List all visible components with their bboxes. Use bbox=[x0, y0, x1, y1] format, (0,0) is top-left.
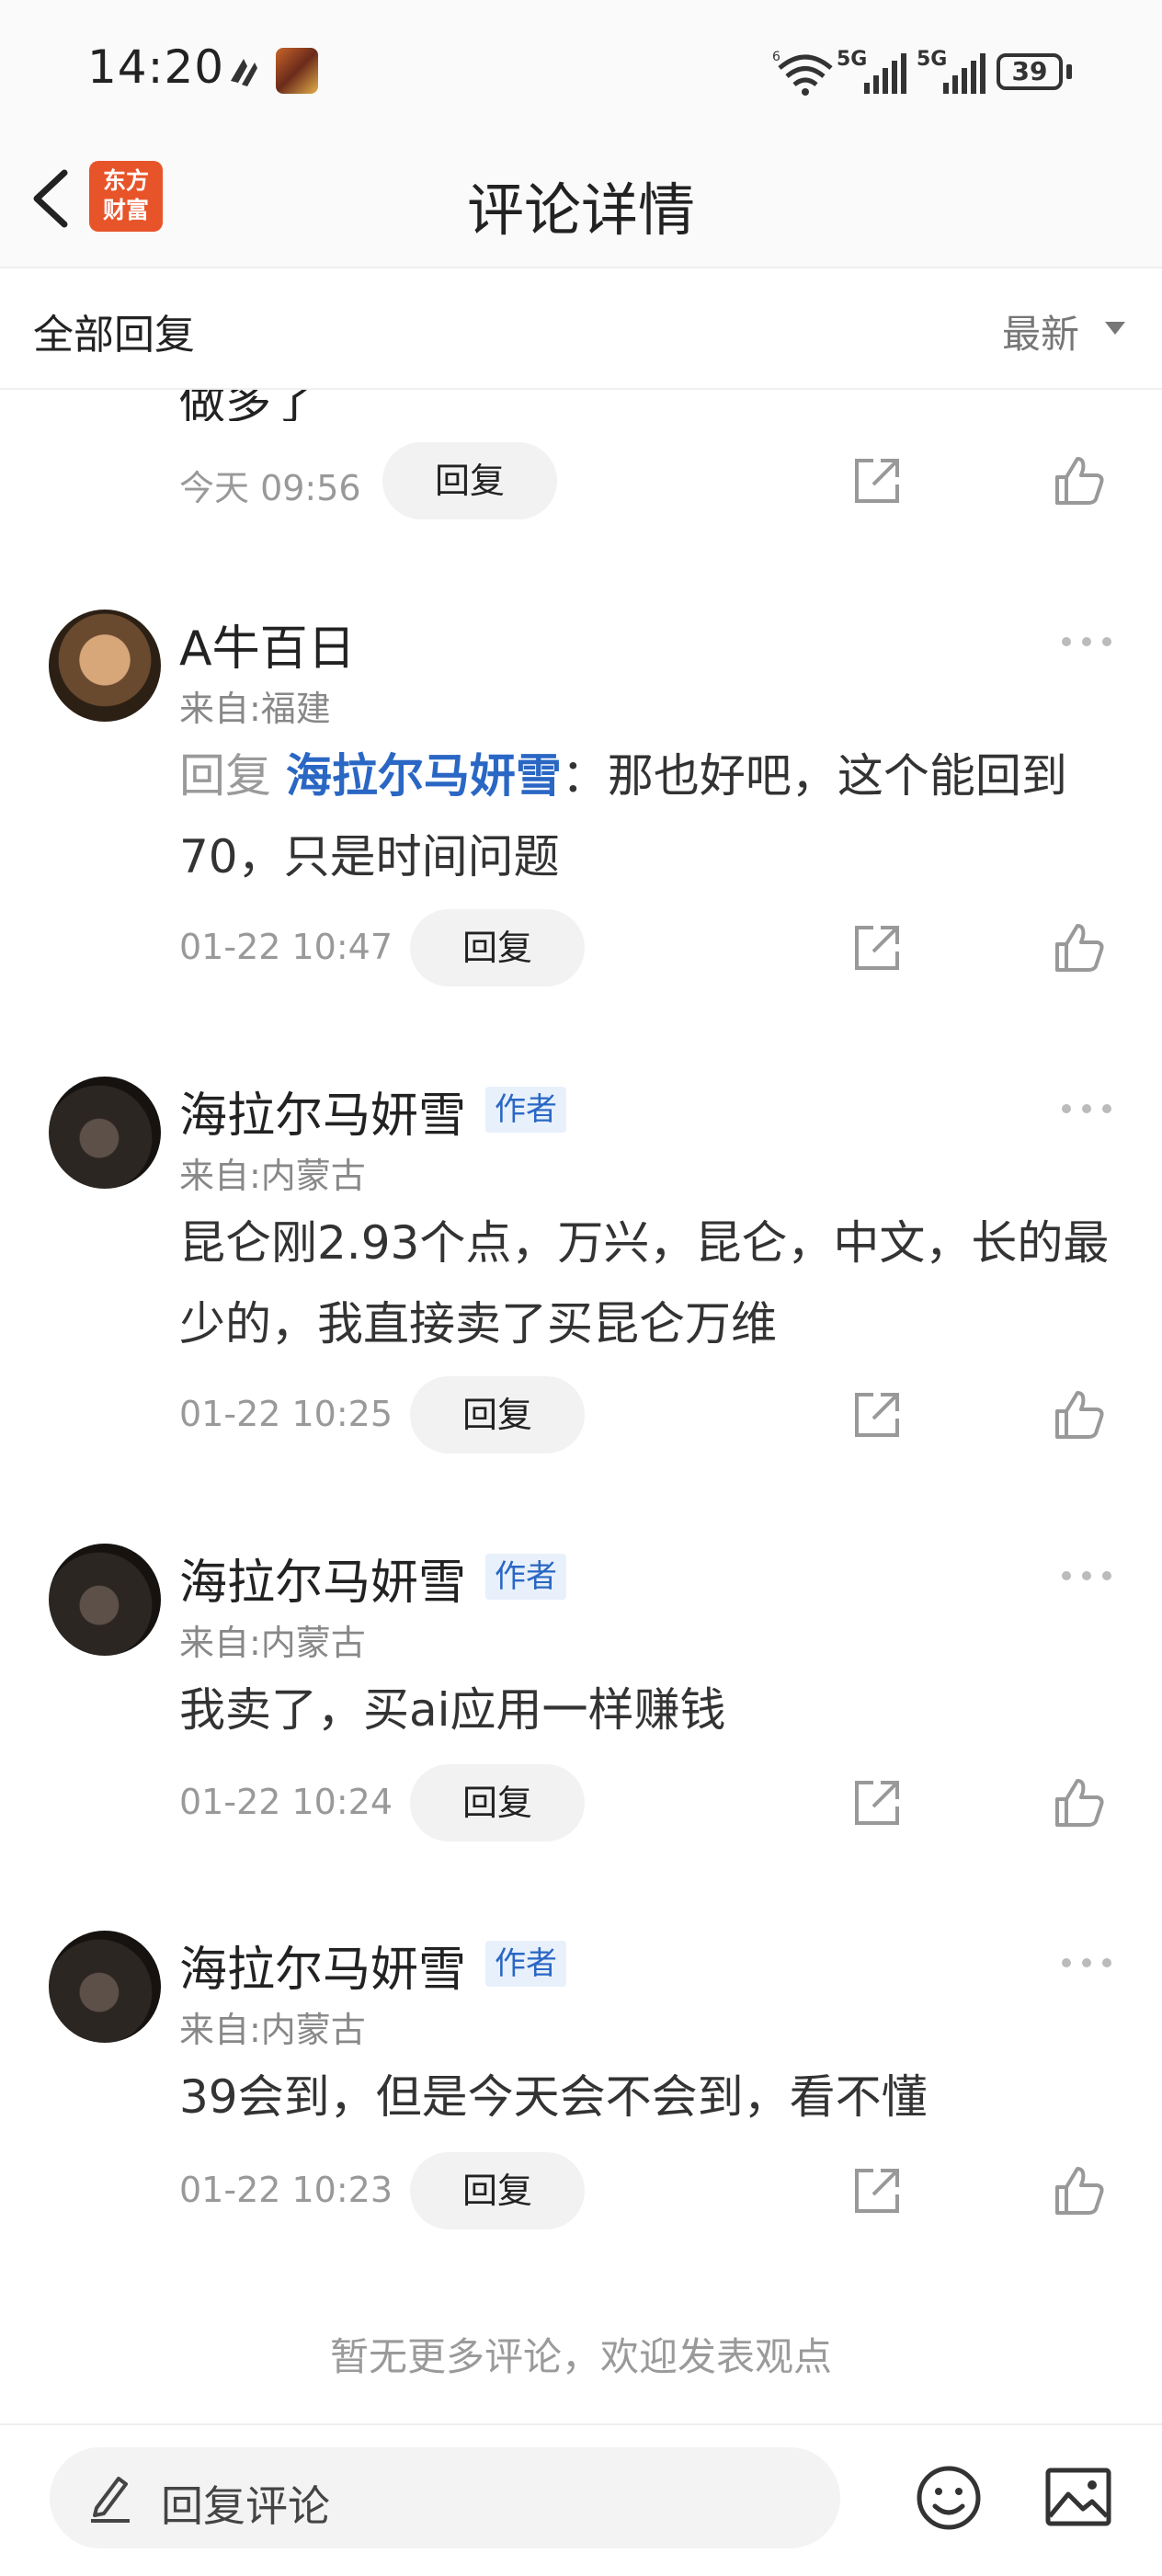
battery-level: 39 bbox=[1011, 56, 1048, 86]
username[interactable]: A牛百日 bbox=[179, 610, 356, 678]
reply-target-name[interactable]: 海拉尔马妍雪 bbox=[286, 749, 562, 803]
username[interactable]: 海拉尔马妍雪 bbox=[179, 1077, 466, 1146]
username[interactable]: 海拉尔马妍雪 bbox=[179, 1931, 466, 2000]
thumbs-up-icon[interactable] bbox=[1052, 1775, 1107, 1830]
comment-text: 39会到，但是今天会不会到，看不懂 bbox=[179, 2070, 928, 2124]
more-options-icon[interactable] bbox=[1059, 1100, 1114, 1118]
all-replies-label: 全部回复 bbox=[33, 312, 195, 359]
partial-comment-text: 做多了 bbox=[179, 390, 317, 421]
avatar[interactable] bbox=[49, 1544, 161, 1656]
pencil-icon bbox=[91, 2477, 130, 2523]
location: 来自:内蒙古 bbox=[179, 1156, 366, 1196]
status-time: 14:20 bbox=[87, 40, 225, 94]
reply-prefix: 回复 bbox=[179, 749, 286, 803]
share-icon[interactable] bbox=[849, 920, 905, 975]
location: 来自:内蒙古 bbox=[179, 2010, 366, 2050]
thumbs-up-icon[interactable] bbox=[1052, 1387, 1107, 1442]
more-options-icon[interactable] bbox=[1059, 633, 1114, 651]
reply-button[interactable]: 回复 bbox=[382, 442, 557, 519]
username[interactable]: 海拉尔马妍雪 bbox=[179, 1544, 466, 1613]
partial-comment-text-clip: 做多了 bbox=[179, 390, 455, 421]
signal-bars-icon bbox=[943, 53, 985, 94]
share-icon[interactable] bbox=[849, 453, 905, 508]
reply-button[interactable]: 回复 bbox=[410, 2152, 585, 2229]
comment-time: 01-22 10:25 bbox=[179, 1394, 393, 1434]
author-badge: 作者 bbox=[485, 1087, 566, 1133]
more-options-icon[interactable] bbox=[1059, 1954, 1114, 1972]
comment-time: 01-22 10:47 bbox=[179, 927, 393, 967]
more-options-icon[interactable] bbox=[1059, 1567, 1114, 1585]
author-badge: 作者 bbox=[485, 1941, 566, 1987]
comment-text: 我卖了，买ai应用一样赚钱 bbox=[179, 1683, 726, 1737]
game-app-icon bbox=[276, 48, 318, 94]
location: 来自:福建 bbox=[179, 689, 331, 729]
no-more-comments-note: 暂无更多评论，欢迎发表观点 bbox=[329, 2334, 832, 2379]
comment-time: 01-22 10:23 bbox=[179, 2170, 393, 2210]
reply-button[interactable]: 回复 bbox=[410, 909, 585, 986]
signal-bars-icon bbox=[864, 53, 906, 94]
caret-down-icon[interactable] bbox=[1103, 320, 1127, 336]
share-icon[interactable] bbox=[849, 1775, 905, 1830]
thumbs-up-icon[interactable] bbox=[1052, 453, 1107, 508]
thumbs-up-icon[interactable] bbox=[1052, 920, 1107, 975]
emoji-icon[interactable] bbox=[915, 2464, 983, 2532]
svg-text:6: 6 bbox=[772, 50, 780, 64]
comment-time: 01-22 10:24 bbox=[179, 1782, 393, 1822]
author-badge: 作者 bbox=[485, 1554, 566, 1600]
share-icon[interactable] bbox=[849, 1387, 905, 1442]
avatar[interactable] bbox=[49, 1077, 161, 1189]
image-icon[interactable] bbox=[1044, 2467, 1112, 2527]
comment-text: 昆仑刚2.93个点，万兴，昆仑，中文，长的最少的，我直接卖了买昆仑万维 bbox=[179, 1216, 1110, 1351]
battery-icon: 39 bbox=[997, 53, 1063, 90]
battery-tip bbox=[1066, 64, 1072, 79]
thumbs-up-icon[interactable] bbox=[1052, 2163, 1107, 2218]
location: 来自:内蒙古 bbox=[179, 1623, 366, 1663]
network-label-1: 5G bbox=[837, 48, 868, 71]
sort-dropdown[interactable]: 最新 bbox=[1002, 303, 1079, 359]
reply-button[interactable]: 回复 bbox=[410, 1376, 585, 1453]
signal-arrow-icon bbox=[231, 59, 257, 86]
reply-input-placeholder: 回复评论 bbox=[161, 2481, 330, 2531]
comment-content: 回复 海拉尔马妍雪：那也好吧，这个能回到70，只是时间问题 bbox=[179, 735, 1117, 897]
comment-time: 今天 09:56 bbox=[179, 468, 361, 508]
reply-button[interactable]: 回复 bbox=[410, 1764, 585, 1841]
avatar[interactable] bbox=[49, 1931, 161, 2043]
avatar[interactable] bbox=[49, 610, 161, 722]
wifi-icon: 6 bbox=[772, 50, 833, 96]
page-title: 评论详情 bbox=[466, 177, 695, 244]
share-icon[interactable] bbox=[849, 2163, 905, 2218]
